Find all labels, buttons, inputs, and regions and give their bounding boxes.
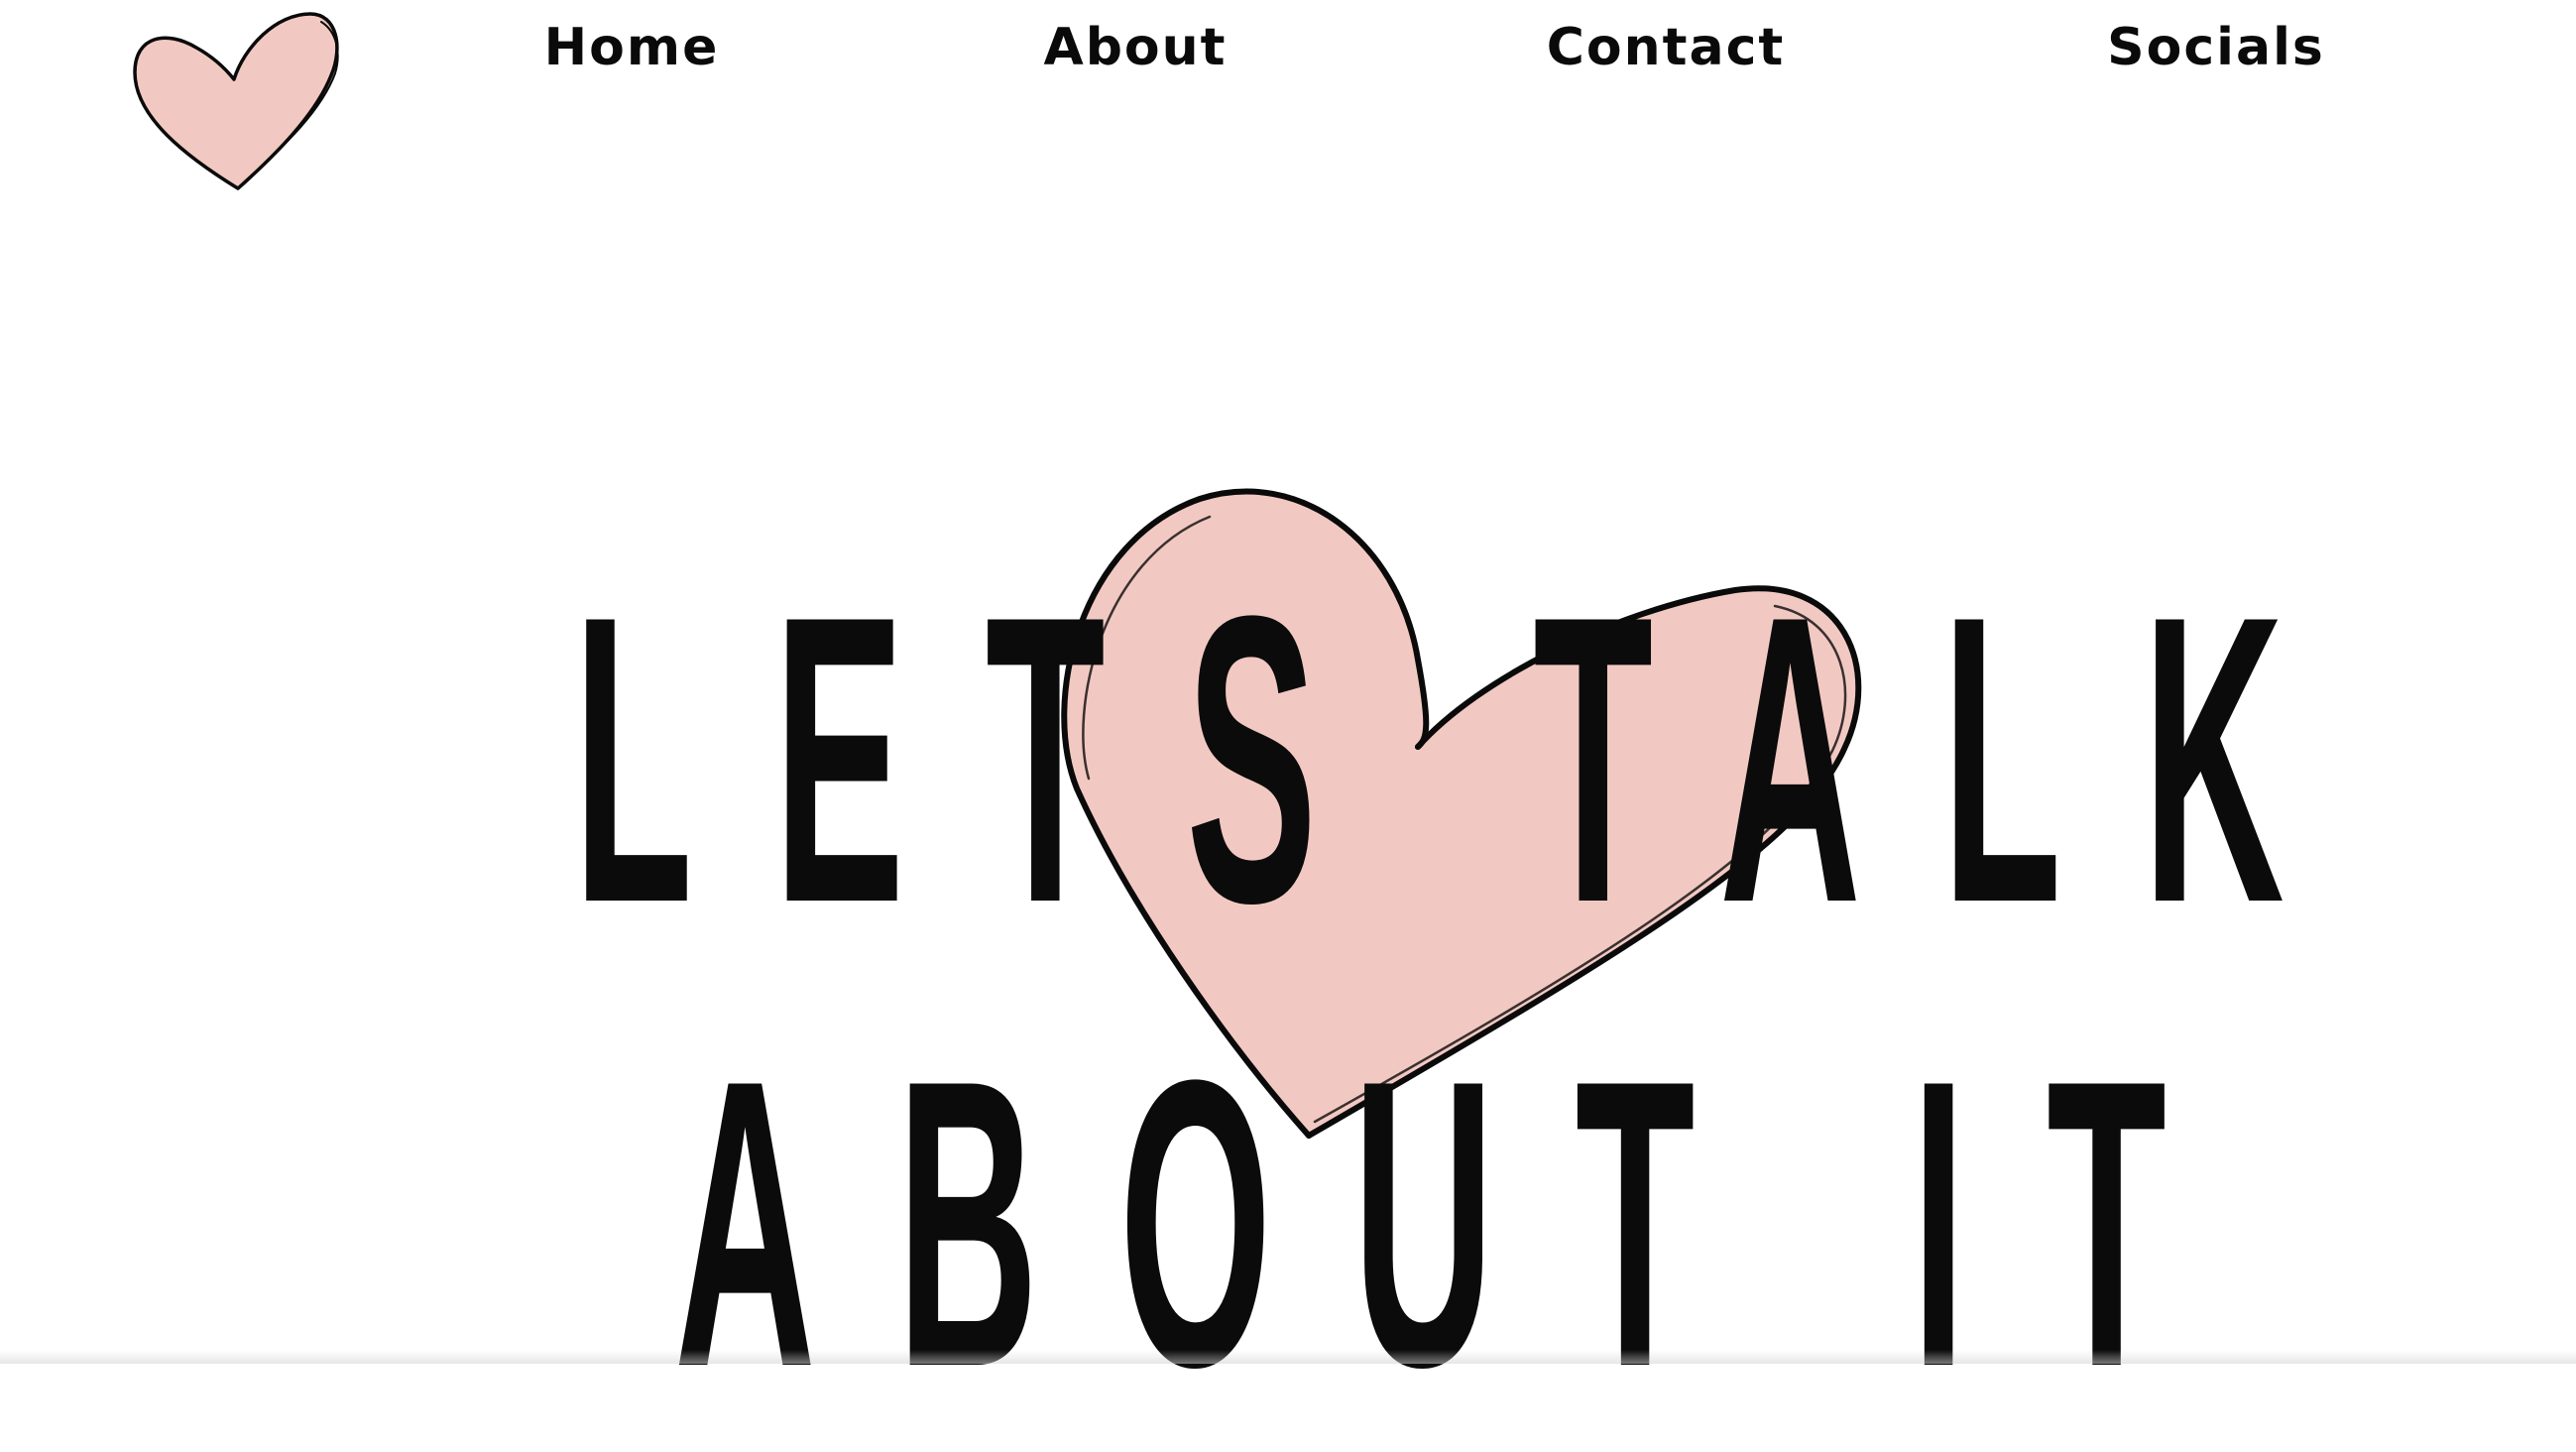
bottom-edge-shadow [0, 1350, 2576, 1364]
nav-link-socials[interactable]: Socials [2107, 22, 2325, 73]
nav-link-home[interactable]: Home [544, 22, 720, 73]
hero-headline-line-2: ABOUT IT [674, 996, 2248, 1452]
hero-headline-line-1: LETS TALK [573, 532, 2366, 988]
nav-link-contact[interactable]: Contact [1547, 22, 1786, 73]
main-navigation: Home About Contact Socials [0, 0, 2576, 109]
nav-link-about[interactable]: About [1043, 22, 1227, 73]
